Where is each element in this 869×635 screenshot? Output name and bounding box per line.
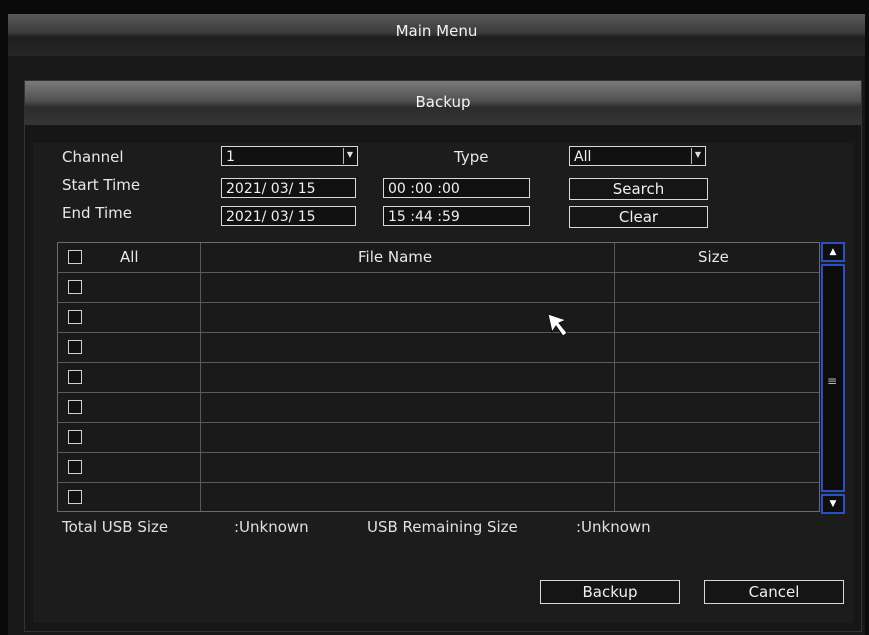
table-row[interactable] (58, 483, 819, 513)
file-table: All File Name Size (57, 242, 820, 512)
row-checkbox[interactable] (68, 400, 82, 414)
header-size: Size (698, 248, 729, 266)
clear-button[interactable]: Clear (569, 206, 708, 228)
table-scrollbar[interactable]: ▲ ≡ ▼ (821, 242, 845, 514)
total-usb-size-label: Total USB Size (62, 518, 169, 536)
row-checkbox[interactable] (68, 370, 82, 384)
row-checkbox[interactable] (68, 490, 82, 504)
start-date-field[interactable]: 2021/ 03/ 15 (221, 178, 356, 198)
usb-remaining-size-value: :Unknown (576, 518, 651, 536)
header-file-name: File Name (358, 248, 433, 266)
header-all: All (120, 248, 139, 266)
row-checkbox[interactable] (68, 280, 82, 294)
type-label: Type (454, 148, 489, 166)
total-usb-size-value: :Unknown (234, 518, 309, 536)
usb-remaining-size-label: USB Remaining Size (367, 518, 518, 536)
scroll-grip-icon[interactable]: ≡ (827, 374, 837, 388)
channel-select[interactable]: 1 ▼ (221, 146, 358, 166)
chevron-down-icon[interactable]: ▼ (691, 148, 704, 164)
end-time-field[interactable]: 15 :44 :59 (383, 206, 530, 226)
channel-label: Channel (62, 148, 124, 166)
type-value: All (574, 149, 592, 165)
row-checkbox[interactable] (68, 340, 82, 354)
channel-value: 1 (226, 149, 235, 165)
arrow-up-icon[interactable]: ▲ (821, 242, 845, 262)
table-row[interactable] (58, 423, 819, 453)
scroll-track[interactable]: ≡ (821, 264, 845, 492)
arrow-down-icon[interactable]: ▼ (821, 494, 845, 514)
row-checkbox[interactable] (68, 310, 82, 324)
table-row[interactable] (58, 363, 819, 393)
main-menu-bar: Main Menu (8, 14, 865, 57)
end-time-label: End Time (62, 204, 132, 222)
start-time-field[interactable]: 00 :00 :00 (383, 178, 530, 198)
table-row[interactable] (58, 303, 819, 333)
type-select[interactable]: All ▼ (569, 146, 706, 166)
row-checkbox[interactable] (68, 430, 82, 444)
dvr-screen: Main Menu Backup Channel 1 ▼ Type All ▼ … (0, 0, 869, 635)
table-row[interactable] (58, 333, 819, 363)
table-header-row: All File Name Size (58, 243, 819, 273)
backup-button[interactable]: Backup (540, 580, 680, 604)
search-button[interactable]: Search (569, 178, 708, 200)
table-row[interactable] (58, 273, 819, 303)
mouse-pointer-icon (547, 313, 568, 337)
start-time-label: Start Time (62, 176, 141, 194)
select-all-checkbox[interactable] (68, 250, 82, 264)
main-menu-title: Main Menu (395, 22, 478, 40)
row-checkbox[interactable] (68, 460, 82, 474)
chevron-down-icon[interactable]: ▼ (343, 148, 356, 164)
backup-dialog-header: Backup (25, 81, 861, 125)
table-row[interactable] (58, 393, 819, 423)
backup-dialog-title: Backup (415, 93, 471, 111)
end-date-field[interactable]: 2021/ 03/ 15 (221, 206, 356, 226)
cancel-button[interactable]: Cancel (704, 580, 844, 604)
table-row[interactable] (58, 453, 819, 483)
